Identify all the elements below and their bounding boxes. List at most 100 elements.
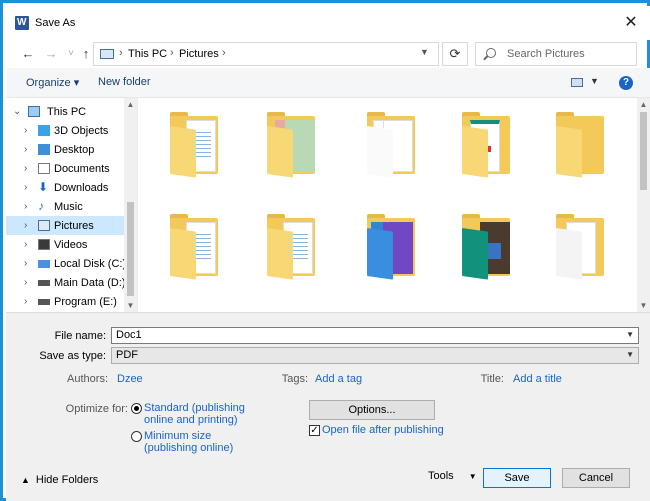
chevron-down-icon[interactable]: ⌄ [13,106,21,117]
folder-item[interactable] [458,210,514,282]
save-button[interactable]: Save [483,468,551,488]
scroll-thumb[interactable] [127,202,134,296]
folder-item[interactable] [363,210,419,282]
chevron-right-icon: › [119,47,123,59]
chevron-down-icon[interactable]: ▼ [590,76,599,86]
file-scrollbar[interactable]: ▲ ▼ [637,98,650,312]
tree-item-videos[interactable]: › Videos [6,235,124,254]
folder-item[interactable] [263,108,319,180]
tree-item-desktop[interactable]: › Desktop [6,140,124,159]
chevron-right-icon[interactable]: › [24,201,27,212]
radio-minimum-line2: (publishing online) [144,442,234,454]
tree-item-label: This PC [47,106,87,118]
close-button[interactable]: ✕ [618,12,644,34]
optimize-for-label: Optimize for: [65,403,128,415]
radio-minimum-line1: Minimum size [144,430,212,442]
title-bar: Save As ✕ [6,6,650,40]
scroll-down-icon[interactable]: ▼ [124,301,137,310]
chevron-right-icon[interactable]: › [24,125,27,136]
tree-item-label: Music [54,201,83,213]
chevron-down-icon[interactable]: ▼ [626,330,634,339]
title-value[interactable]: Add a title [513,373,562,385]
cube-icon [38,125,50,136]
search-input[interactable]: Search Pictures [475,42,637,66]
options-button[interactable]: Options... [309,400,435,420]
refresh-button[interactable]: ⟳ [442,42,468,66]
search-icon [486,48,496,58]
hide-folders-label: Hide Folders [35,474,99,486]
chevron-down-icon[interactable]: ▼ [420,47,429,57]
radio-minimum[interactable] [131,431,142,442]
hide-folders-button[interactable]: ▲ Hide Folders [21,474,98,486]
tree-item-program-e[interactable]: › Program (E:) [6,292,124,311]
radio-standard[interactable] [131,403,142,414]
tree-item-documents[interactable]: › Documents [6,159,124,178]
tree-item-main-data-d[interactable]: › Main Data (D:) [6,273,126,292]
open-after-checkbox[interactable]: ✓ [309,425,320,436]
chevron-down-icon[interactable]: ▼ [626,350,634,359]
scroll-down-icon[interactable]: ▼ [637,301,650,310]
folder-item[interactable] [166,108,222,180]
tree-item-label: Downloads [54,182,109,194]
tree-item-downloads[interactable]: › ⬇ Downloads [6,178,124,197]
open-after-label[interactable]: Open file after publishing [322,424,444,436]
cancel-button[interactable]: Cancel [562,468,630,488]
folder-item[interactable] [458,108,514,180]
tools-label: Tools [428,470,454,482]
scroll-up-icon[interactable]: ▲ [124,100,137,109]
radio-minimum-label[interactable]: Minimum size (publishing online) [144,430,233,454]
folder-item[interactable] [552,108,608,180]
chevron-right-icon[interactable]: › [24,220,27,231]
music-icon: ♪ [38,199,44,213]
chevron-right-icon[interactable]: › [24,258,27,269]
folder-item[interactable] [363,108,419,180]
chevron-right-icon[interactable]: › [24,144,27,155]
disk-icon [38,260,50,268]
pc-icon [28,106,40,117]
forward-button[interactable]: → [41,44,61,64]
scroll-up-icon[interactable]: ▲ [637,100,650,109]
organize-button[interactable]: Organize ▾ [26,76,79,89]
chevron-right-icon[interactable]: › [24,163,27,174]
scroll-thumb[interactable] [640,112,647,190]
address-bar[interactable]: › This PC › Pictures › ▼ [93,42,439,66]
chevron-up-icon: ▲ [21,475,30,485]
radio-standard-line2: online and printing) [144,414,238,426]
video-icon [38,239,50,250]
breadcrumb-pictures[interactable]: Pictures [179,48,219,60]
tree-item-this-pc[interactable]: ⌄ This PC [6,102,124,121]
chevron-right-icon[interactable]: › [24,239,27,250]
tree-item-pictures[interactable]: › Pictures [6,216,124,235]
folder-item[interactable] [263,210,319,282]
chevron-right-icon[interactable]: › [24,277,27,288]
authors-value[interactable]: Dzee [117,373,143,385]
chevron-right-icon[interactable]: › [24,296,27,307]
tree-item-3d-objects[interactable]: › 3D Objects [6,121,124,140]
tree-item-music[interactable]: › ♪ Music [6,197,124,216]
tags-value[interactable]: Add a tag [315,373,362,385]
folder-item[interactable] [552,210,608,282]
save-options-panel: File name: Doc1 ▼ Save as type: PDF ▼ Au… [6,312,650,501]
disk-icon [38,280,50,286]
dialog-body: Save As ✕ ← → ˅ ↑ › This PC › Pictures ›… [6,6,650,501]
chevron-right-icon[interactable]: › [24,182,27,193]
radio-standard-line1: Standard (publishing [144,402,245,414]
chevron-down-icon: ▼ [468,472,477,481]
back-button[interactable]: ← [18,44,38,64]
breadcrumb-this-pc[interactable]: This PC [128,48,167,60]
tools-button[interactable]: Tools ▼ [428,470,477,482]
title-label: Title: [480,373,504,385]
radio-standard-label[interactable]: Standard (publishing online and printing… [144,402,245,426]
tree-item-label: Documents [54,163,110,175]
new-folder-button[interactable]: New folder [98,76,151,88]
folder-item[interactable] [166,210,222,282]
nav-scrollbar[interactable]: ▲ ▼ [124,98,137,312]
tree-item-label: Program (E:) [54,296,117,308]
help-button[interactable]: ? [619,76,633,90]
view-icon[interactable] [571,78,583,87]
tree-item-local-disk-c[interactable]: › Local Disk (C:) [6,254,126,273]
tree-item-label: Pictures [54,220,94,232]
word-icon [15,16,29,30]
file-name-field[interactable]: Doc1 ▼ [111,327,639,344]
save-as-type-select[interactable]: PDF ▼ [111,347,639,364]
